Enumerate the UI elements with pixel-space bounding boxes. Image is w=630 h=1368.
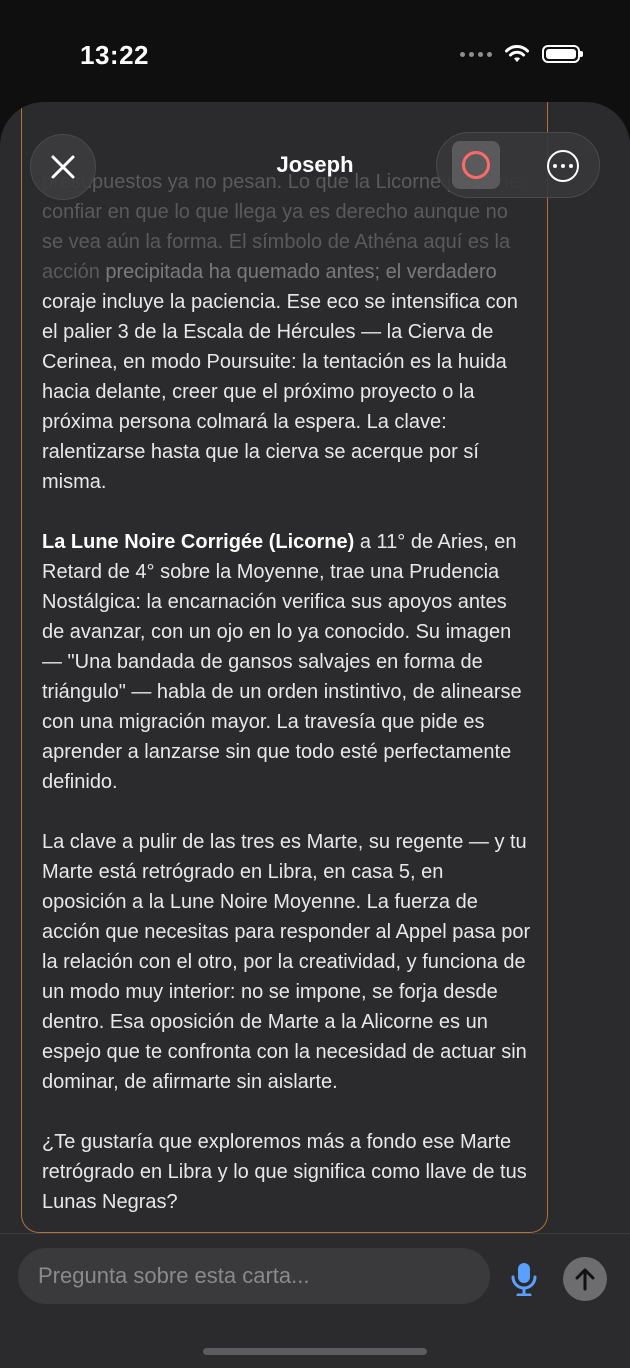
wifi-icon <box>505 45 529 62</box>
send-button[interactable] <box>563 1257 607 1301</box>
battery-icon <box>542 45 583 63</box>
faded-line: precipitada ha quemado antes; el verdade… <box>105 261 497 283</box>
close-button[interactable] <box>30 134 96 200</box>
signal-icon <box>460 51 492 57</box>
status-bar: 13:22 <box>0 0 630 110</box>
bold-heading: La Lune Noire Corrigée (Licorne) <box>42 531 355 553</box>
more-icon <box>553 164 557 168</box>
message-paragraph-3: La clave a pulir de las tres es Marte, s… <box>42 831 531 1093</box>
paragraph-text: a 11° de Aries, en Retard de 4° sobre la… <box>42 531 522 793</box>
close-icon <box>51 155 75 179</box>
home-indicator <box>203 1348 427 1355</box>
divider <box>0 1233 630 1234</box>
record-button[interactable] <box>452 141 500 189</box>
more-button[interactable] <box>547 150 579 182</box>
message-paragraph-2: La Lune Noire Corrigée (Licorne) a 11° d… <box>42 527 532 797</box>
input-placeholder: Pregunta sobre esta carta... <box>38 1263 310 1288</box>
microphone-icon[interactable] <box>510 1262 538 1296</box>
message-text: presupuestos ya no pesan. Lo que la Lico… <box>42 167 532 1247</box>
message-card: presupuestos ya no pesan. Lo que la Lico… <box>21 102 548 1233</box>
status-time: 13:22 <box>80 40 149 70</box>
message-paragraph-1: presupuestos ya no pesan. Lo que la Lico… <box>42 167 532 497</box>
send-arrow-icon <box>575 1268 595 1291</box>
record-icon <box>462 151 490 179</box>
message-paragraph-4: ¿Te gustaría que exploremos más a fondo … <box>42 1131 527 1213</box>
header-actions <box>436 132 600 198</box>
question-input[interactable]: Pregunta sobre esta carta... <box>18 1248 490 1304</box>
chat-sheet: presupuestos ya no pesan. Lo que la Lico… <box>0 102 630 1368</box>
status-icons <box>460 44 583 64</box>
paragraph-text: coraje incluye la paciencia. Ese eco se … <box>42 291 518 493</box>
